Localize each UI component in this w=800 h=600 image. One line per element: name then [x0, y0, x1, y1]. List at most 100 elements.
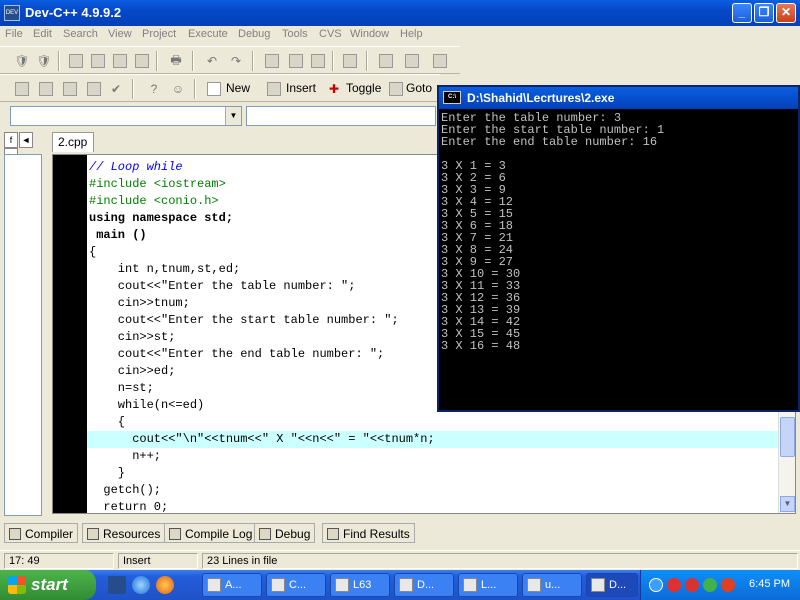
new-icon[interactable]	[204, 79, 224, 99]
new-button[interactable]: New	[226, 81, 250, 95]
save-file-icon[interactable]	[110, 51, 130, 71]
tray-antivirus-icon[interactable]	[667, 578, 681, 592]
find-icon[interactable]	[262, 51, 282, 71]
insert-icon[interactable]	[264, 79, 284, 99]
tab-label: Compiler	[25, 527, 74, 541]
title-bar[interactable]: DEV Dev-C++ 4.9.9.2 _ ❐ ✕	[0, 0, 800, 26]
start-button[interactable]: start	[0, 570, 96, 600]
tray-network-icon[interactable]	[703, 578, 717, 592]
toggle-button[interactable]: Toggle	[346, 81, 381, 95]
redo-icon[interactable]: ↷	[226, 51, 246, 71]
about-icon[interactable]: ☺	[168, 79, 188, 99]
menu-window[interactable]: Window	[350, 28, 389, 40]
tab-compiler[interactable]: Compiler	[4, 523, 79, 543]
menu-search[interactable]: Search	[63, 28, 98, 40]
tab-compile-log[interactable]: Compile Log	[164, 523, 258, 543]
menu-file[interactable]: File	[5, 28, 23, 40]
task-label: L63	[353, 579, 372, 591]
task-label: D...	[609, 579, 627, 591]
task-button-active[interactable]: D...	[586, 573, 638, 597]
menu-cvs[interactable]: CVS	[319, 28, 342, 40]
restore-button[interactable]: ❐	[754, 3, 774, 23]
rebuild-icon[interactable]	[84, 79, 104, 99]
menu-edit[interactable]: Edit	[33, 28, 52, 40]
ie-icon[interactable]	[132, 576, 150, 594]
new-file-icon[interactable]	[66, 51, 86, 71]
close-file-icon[interactable]	[132, 51, 152, 71]
project-close-icon[interactable]: 🛡	[34, 51, 54, 71]
close-button[interactable]: ✕	[776, 3, 796, 23]
chevron-down-icon[interactable]: ▼	[225, 107, 241, 125]
compile-log-icon	[169, 528, 181, 540]
console-icon: C:\	[443, 91, 461, 104]
code-line[interactable]: {	[89, 414, 779, 431]
help-icon[interactable]: ?	[144, 79, 164, 99]
task-button[interactable]: L...	[458, 573, 518, 597]
compile-icon[interactable]	[12, 79, 32, 99]
scroll-down-icon[interactable]: ▼	[780, 496, 795, 512]
tray-security-icon[interactable]	[721, 578, 735, 592]
task-button[interactable]: C...	[266, 573, 326, 597]
open-file-icon[interactable]	[88, 51, 108, 71]
code-line[interactable]: return 0;	[89, 499, 779, 516]
forward-icon[interactable]	[402, 51, 422, 71]
task-button[interactable]: A...	[202, 573, 262, 597]
member-combobox[interactable]	[246, 106, 436, 126]
project-tree[interactable]	[4, 154, 42, 516]
devcpp-icon	[399, 578, 413, 592]
back-icon[interactable]	[376, 51, 396, 71]
check-icon[interactable]: ✔	[106, 79, 126, 99]
tab-file[interactable]: 2.cpp	[52, 132, 94, 152]
tray-shield-icon[interactable]	[685, 578, 699, 592]
find-next-icon[interactable]	[308, 51, 328, 71]
panel-tab[interactable]: f	[4, 132, 18, 148]
undo-icon[interactable]: ↶	[202, 51, 222, 71]
goto-button[interactable]: Goto	[406, 81, 432, 95]
goto-line-icon[interactable]	[340, 51, 360, 71]
scroll-left-icon[interactable]: ◄	[19, 132, 33, 148]
console-window[interactable]: C:\ D:\Shahid\Lecrtures\2.exe Enter the …	[437, 85, 800, 412]
console-title: D:\Shahid\Lecrtures\2.exe	[467, 91, 615, 105]
tab-resources[interactable]: Resources	[82, 523, 166, 543]
debug-icon	[259, 528, 271, 540]
compile-run-icon[interactable]	[60, 79, 80, 99]
task-button[interactable]: D...	[394, 573, 454, 597]
project-panel: f◄►	[0, 128, 50, 518]
cursor-position: 17: 49	[4, 553, 114, 569]
menu-help[interactable]: Help	[400, 28, 423, 40]
start-label: start	[31, 575, 68, 594]
clock[interactable]: 6:45 PM	[749, 578, 790, 590]
menu-debug[interactable]: Debug	[238, 28, 270, 40]
firefox-icon[interactable]	[156, 576, 174, 594]
task-button[interactable]: L63	[330, 573, 390, 597]
system-tray: 6:45 PM	[640, 570, 800, 600]
project-icon[interactable]: 🛡	[12, 51, 32, 71]
console-title-bar[interactable]: C:\ D:\Shahid\Lecrtures\2.exe	[439, 87, 798, 109]
insert-button[interactable]: Insert	[286, 81, 316, 95]
tab-find-results[interactable]: Find Results	[322, 523, 415, 543]
app-icon	[527, 578, 541, 592]
remove-icon[interactable]	[430, 51, 450, 71]
tab-debug[interactable]: Debug	[254, 523, 316, 543]
menu-view[interactable]: View	[108, 28, 132, 40]
menu-project[interactable]: Project	[142, 28, 176, 40]
code-line-current[interactable]: cout<<"\n"<<tnum<<" X "<<n<<" = "<<tnum*…	[87, 431, 779, 448]
editor-gutter[interactable]	[53, 155, 87, 513]
menu-tools[interactable]: Tools	[282, 28, 308, 40]
minimize-button[interactable]: _	[732, 3, 752, 23]
devcpp-quicklaunch-icon[interactable]	[108, 576, 126, 594]
code-line[interactable]: n++;	[89, 448, 779, 465]
task-button[interactable]: u...	[522, 573, 582, 597]
replace-icon[interactable]	[286, 51, 306, 71]
print-icon[interactable]: 🖶	[166, 51, 186, 71]
tray-arrow-icon[interactable]	[649, 578, 663, 592]
code-line[interactable]: getch();	[89, 482, 779, 499]
scrollbar-thumb[interactable]	[780, 417, 795, 457]
run-icon[interactable]	[36, 79, 56, 99]
code-line[interactable]: }	[89, 465, 779, 482]
menu-execute[interactable]: Execute	[188, 28, 228, 40]
console-output[interactable]: Enter the table number: 3 Enter the star…	[439, 109, 798, 355]
goto-bookmark-icon[interactable]	[386, 79, 406, 99]
class-combobox[interactable]: ▼	[10, 106, 242, 126]
toggle-bookmark-icon[interactable]: ✚	[324, 79, 344, 99]
